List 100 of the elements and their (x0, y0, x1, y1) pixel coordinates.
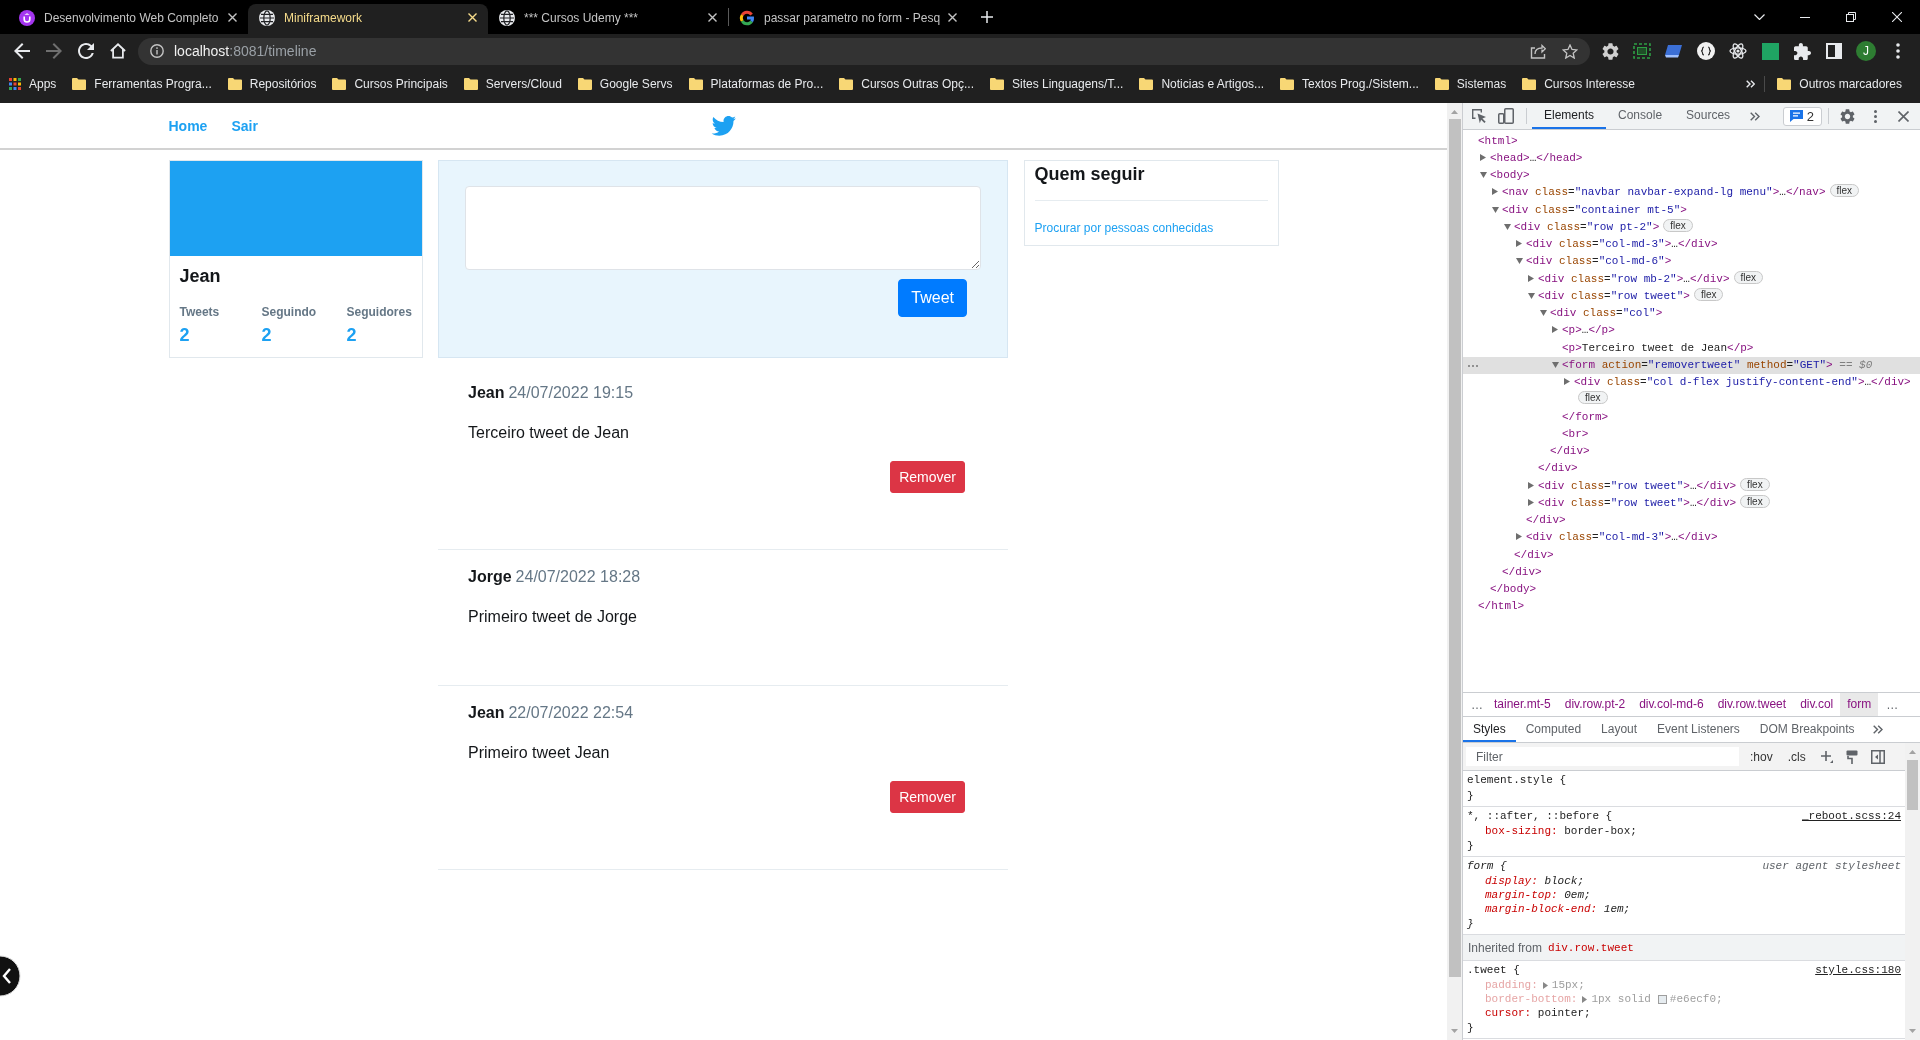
breadcrumb-scroll-right[interactable]: … (1878, 697, 1903, 712)
css-declaration[interactable]: margin-top: 0em; (1463, 888, 1905, 902)
dom-node[interactable]: <div class="col-md-3">…</div> (1463, 529, 1920, 547)
collapsed-triangle-icon[interactable] (1552, 326, 1558, 334)
cursor-in-box-icon[interactable] (1471, 108, 1487, 124)
bookmark[interactable]: Noticias e Artigos... (1131, 77, 1273, 91)
bookmark[interactable]: Cursos Interesse (1514, 77, 1643, 91)
settings-icon[interactable] (1839, 108, 1855, 124)
scrollbar-thumb[interactable] (1907, 760, 1918, 810)
close-icon[interactable] (708, 13, 717, 22)
dom-node[interactable]: <nav class="navbar navbar-expand-lg menu">…</nav> flex (1463, 184, 1920, 202)
bookmark[interactable]: Plataformas de Pro... (680, 77, 832, 91)
bookmark[interactable]: Ferramentas Progra... (64, 77, 220, 91)
remove-button[interactable]: Remover (890, 781, 965, 813)
home-icon[interactable] (110, 43, 126, 59)
flex-badge[interactable]: flex (1733, 270, 1764, 284)
dom-node[interactable]: <div class="container mt-5"> (1463, 201, 1920, 219)
puzzle-piece-icon[interactable] (1793, 42, 1811, 60)
breadcrumb[interactable]: div.row.pt-2 (1557, 693, 1633, 716)
dom-node[interactable]: <div class="row pt-2"> flex (1463, 218, 1920, 236)
devtools-tab[interactable]: Console (1606, 103, 1675, 129)
star-icon[interactable] (1562, 43, 1578, 59)
dom-node[interactable]: <body> (1463, 167, 1920, 185)
rule-selector[interactable]: form { (1467, 858, 1507, 874)
bookmark[interactable]: Textos Prog./Sistem... (1272, 77, 1427, 91)
dom-node[interactable]: <form action="removertweet" method="GET"> == $0 (1463, 356, 1920, 374)
bookmark[interactable]: Google Servs (569, 77, 681, 91)
dom-node[interactable]: <div class="row tweet"> flex (1463, 287, 1920, 305)
minimize-icon[interactable] (1800, 16, 1810, 18)
source-link[interactable]: _reboot.scss:24 (1801, 808, 1901, 824)
square-icon[interactable] (1761, 42, 1779, 60)
rule-selector[interactable]: .tweet { (1467, 962, 1520, 978)
flex-badge[interactable]: flex (1740, 494, 1770, 508)
styles-tab[interactable]: Event Listeners (1647, 717, 1750, 742)
address-bar[interactable]: localhost:8081/timeline (138, 37, 1590, 65)
side-panel-icon[interactable] (1826, 43, 1842, 59)
flex-badge[interactable]: flex (1693, 287, 1724, 301)
expanded-triangle-icon[interactable] (1540, 310, 1547, 316)
collapsed-triangle-icon[interactable] (1480, 153, 1486, 161)
forward-arrow-icon[interactable] (46, 43, 62, 59)
dom-closing-tag[interactable]: </div> (1463, 512, 1920, 530)
devtools-tab[interactable]: Elements (1532, 103, 1607, 129)
styles-tab[interactable]: Computed (1515, 717, 1592, 742)
dom-closing-tag[interactable]: </form> (1463, 408, 1920, 426)
tweet-input[interactable] (465, 186, 981, 270)
dom-closing-tag[interactable]: </div> (1463, 546, 1920, 564)
double-chevron-icon[interactable] (1872, 725, 1883, 734)
breadcrumb[interactable]: div.row.tweet (1710, 693, 1794, 716)
expand-triangle-icon[interactable] (1582, 995, 1588, 1003)
dom-node[interactable]: <head>…</head> (1463, 149, 1920, 167)
bookmark[interactable]: Cursos Outras Opç... (831, 77, 982, 91)
dom-node[interactable]: <br> (1463, 425, 1920, 443)
flex-badge[interactable]: flex (1740, 477, 1770, 491)
issues-button[interactable]: 2 (1782, 106, 1822, 126)
color-swatch[interactable] (1657, 994, 1667, 1004)
css-declaration[interactable]: box-sizing: border-box; (1463, 824, 1905, 838)
rule-selector[interactable]: element.style { (1467, 772, 1567, 788)
expanded-triangle-icon[interactable] (1480, 172, 1487, 178)
styles-tab[interactable]: DOM Breakpoints (1749, 717, 1865, 742)
expanded-triangle-icon[interactable] (1504, 223, 1511, 230)
dom-closing-tag[interactable]: </html> (1463, 598, 1920, 616)
dom-node[interactable]: <div class="col"> (1463, 305, 1920, 323)
collapsed-triangle-icon[interactable] (1528, 498, 1534, 506)
bookmark[interactable]: Sistemas (1426, 77, 1515, 91)
styles-tab[interactable]: Layout (1591, 717, 1648, 742)
devtools-tab[interactable]: Sources (1674, 103, 1743, 129)
dom-node[interactable]: <div class="col d-flex justify-content-end">…</div> flex (1463, 374, 1920, 409)
css-declaration[interactable]: cursor: pointer; (1463, 1006, 1905, 1020)
filter-field[interactable]: Filter (1466, 747, 1739, 766)
collapsed-triangle-icon[interactable] (1492, 188, 1498, 196)
dom-node[interactable]: <div class="row mb-2">…</div> flex (1463, 270, 1920, 288)
breadcrumb-scroll-left[interactable]: … (1463, 697, 1487, 712)
chevron-down-icon[interactable] (1753, 14, 1765, 20)
breadcrumb[interactable]: form (1840, 693, 1879, 716)
expand-triangle-icon[interactable] (1542, 981, 1548, 989)
collapsed-triangle-icon[interactable] (1528, 274, 1534, 282)
book-icon[interactable] (1665, 44, 1683, 58)
browser-tab[interactable]: Miniframework (248, 4, 488, 34)
filter-toggle-button[interactable]: :hov (1748, 749, 1775, 764)
dom-node[interactable]: <div class="col-md-6"> (1463, 253, 1920, 271)
back-arrow-icon[interactable] (14, 43, 30, 59)
browser-tab[interactable]: Desenvolvimento Web Completo (8, 4, 248, 34)
collapsed-triangle-icon[interactable] (1528, 481, 1534, 489)
profile-avatar[interactable]: J (1856, 41, 1876, 61)
more-menu-icon[interactable] (1896, 43, 1900, 59)
reload-icon[interactable] (78, 43, 94, 59)
bookmark[interactable]: Sites Linguagens/T... (981, 77, 1132, 91)
dom-node[interactable]: <p>Terceiro tweet de Jean</p> (1463, 339, 1920, 357)
dom-node[interactable]: <p>…</p> (1463, 322, 1920, 340)
sidebar-toggle-icon[interactable] (1870, 749, 1885, 764)
bookmark[interactable]: Repositórios (219, 77, 325, 91)
phone-tablet-icon[interactable] (1498, 108, 1514, 124)
dom-node[interactable]: <div class="col-md-3">…</div> (1463, 236, 1920, 254)
bookmark[interactable]: Cursos Principais (324, 77, 456, 91)
collapsed-triangle-icon[interactable] (1516, 533, 1522, 541)
bird-logo-icon[interactable] (711, 115, 736, 136)
remove-button[interactable]: Remover (890, 461, 965, 493)
breadcrumb[interactable]: div.col (1793, 693, 1841, 716)
tweet-button[interactable]: Tweet (898, 279, 967, 317)
braces-circle-icon[interactable] (1697, 42, 1715, 60)
